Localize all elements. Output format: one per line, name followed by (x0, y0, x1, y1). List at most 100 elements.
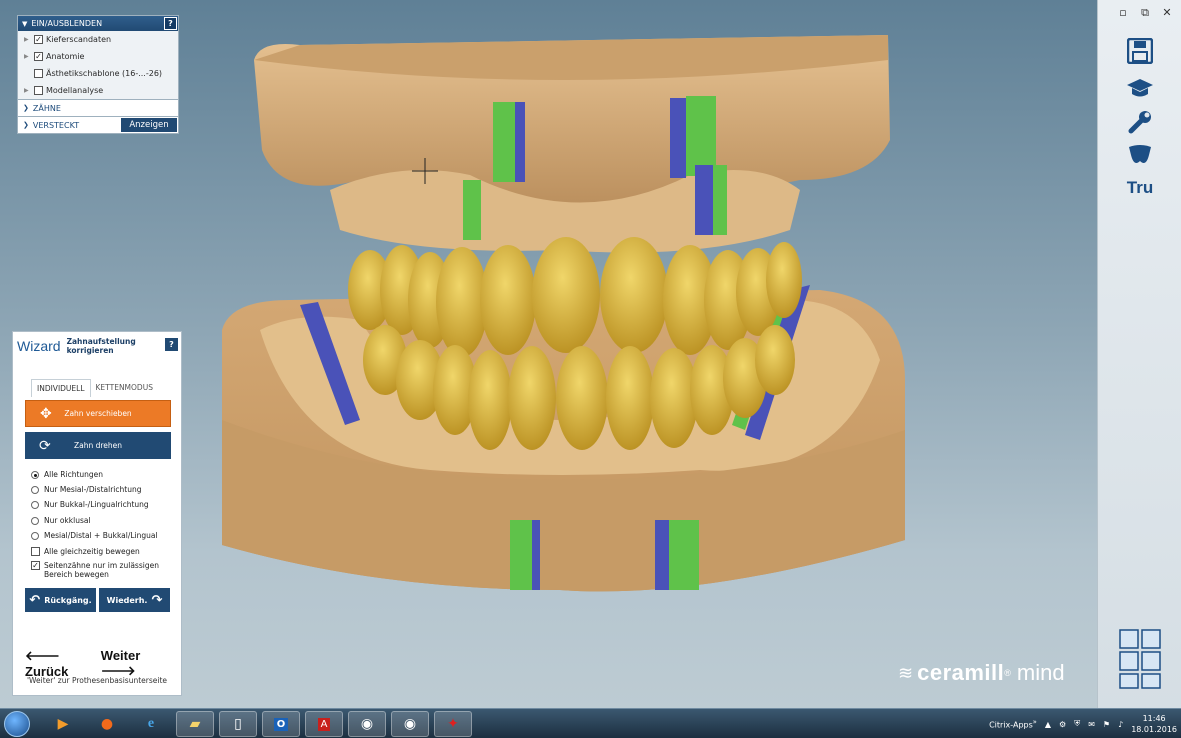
tree-item-anatomy[interactable]: ▶ ✓ Anatomie (18, 48, 178, 65)
rotate-tooth-icon: ⟳ (39, 437, 51, 454)
radio-all-directions[interactable]: Alle Richtungen (31, 470, 103, 479)
file-explorer-icon[interactable]: ▰ (176, 711, 214, 737)
section-teeth[interactable]: ❯ ZÄHNE (18, 99, 178, 116)
tru-label: Tru (1126, 178, 1154, 197)
wizard-hint: 'Weiter' zur Prothesenbasisunterseite (26, 676, 168, 685)
chevron-icon: » (1032, 718, 1037, 727)
tab-individual[interactable]: INDIVIDUELL (31, 379, 91, 397)
tru-button[interactable]: Tru (1124, 174, 1156, 202)
media-player-icon[interactable]: ▶ (44, 711, 82, 737)
radio-occlusal[interactable]: Nur okklusal (31, 516, 91, 525)
section-label: ZÄHNE (32, 103, 61, 113)
document-icon[interactable]: ▯ (219, 711, 257, 737)
tooth-library-button[interactable] (1124, 142, 1156, 170)
rotate-tooth-button[interactable]: ⟳ Zahn drehen (25, 432, 171, 459)
redo-button[interactable]: Wiederh. ↷ (99, 588, 170, 612)
windows-taskbar: ▶ ● e ▰ ▯ O A ◉ ◉ ✦ Citrix-Apps» ▲ ⚙ ⛨ ✉… (0, 708, 1181, 738)
citrix-label: Citrix-Apps (989, 720, 1033, 730)
clock[interactable]: 11:46 18.01.2016 (1131, 713, 1177, 735)
tree-item-label: Kieferscandaten (46, 35, 112, 44)
chevron-down-icon: ▼ (22, 19, 28, 28)
radio-button[interactable] (31, 517, 39, 525)
internet-explorer-icon[interactable]: e (132, 711, 170, 737)
wizard-subtitle: Zahnaufstellung korrigieren (66, 337, 136, 355)
option-label: Seitenzähne nur im zulässigen Bereich be… (44, 561, 159, 579)
radio-button[interactable] (31, 532, 39, 540)
save-button[interactable] (1124, 37, 1156, 65)
upper-jaw-model (254, 35, 890, 253)
checkbox[interactable]: ✓ (31, 561, 40, 570)
tray-outlook-icon: ✉ (1088, 719, 1095, 729)
clock-date: 18.01.2016 (1131, 725, 1177, 734)
radio-mesial-distal[interactable]: Nur Mesial-/Distalrichtung (31, 485, 141, 494)
radio-mesial-distal-buccal-lingual[interactable]: Mesial/Distal + Bukkal/Lingual (31, 531, 158, 540)
checkbox-anatomy[interactable]: ✓ (34, 52, 43, 61)
button-label: Weiter (100, 648, 141, 663)
expand-triangle-icon[interactable]: ▶ (24, 87, 34, 94)
checkbox[interactable] (31, 547, 40, 556)
show-hide-panel: ▼ EIN/AUSBLENDEN ? ▶ ✓ Kieferscandaten ▶… (17, 15, 179, 134)
volume-icon[interactable]: ♪ (1118, 720, 1123, 729)
system-tray: Citrix-Apps» ▲ ⚙ ⛨ ✉ ⚑ ♪ 11:46 18.01.201… (989, 713, 1177, 735)
back-button[interactable]: 🡐 Zurück (25, 648, 101, 679)
radio-buccal-lingual[interactable]: Nur Bukkal-/Lingualrichtung (31, 500, 149, 509)
citrix-apps-label[interactable]: Citrix-Apps» (989, 718, 1037, 730)
button-label: Rückgäng. (44, 595, 92, 605)
window-controls: ▫ ⧉ ✕ (1115, 6, 1175, 20)
restore-button[interactable]: ⧉ (1137, 6, 1153, 20)
app-icon[interactable]: ◉ (348, 711, 386, 737)
expand-triangle-icon[interactable]: ▶ (24, 53, 34, 60)
minimize-button[interactable]: ▫ (1115, 6, 1131, 20)
tree-item-label: Anatomie (46, 52, 85, 61)
chevron-right-icon: ❯ (23, 104, 29, 112)
redo-icon: ↷ (151, 592, 163, 608)
move-tooth-button[interactable]: ✥ Zahn verschieben (25, 400, 171, 427)
view-cube-icon[interactable] (1116, 624, 1164, 690)
next-button[interactable]: Weiter 🡒 (101, 648, 173, 679)
arrow-left-icon: 🡐 (25, 648, 60, 663)
checkbox-model-analysis[interactable] (34, 86, 43, 95)
show-button[interactable]: Anzeigen (121, 118, 177, 132)
tree-item-aesthetic-template[interactable]: Ästhetikschablone (16-...-26) (18, 65, 178, 82)
settings-button[interactable] (1124, 108, 1156, 136)
help-button[interactable]: ? (165, 338, 178, 351)
clock-time: 11:46 (1142, 714, 1166, 723)
radio-button[interactable] (31, 486, 39, 494)
expand-triangle-icon[interactable]: ▶ (24, 36, 34, 43)
option-label: Nur okklusal (44, 516, 91, 525)
tray-expand-icon[interactable]: ▲ (1045, 720, 1051, 729)
acrobat-icon[interactable]: A (305, 711, 343, 737)
ceramill-app-icon[interactable]: ✦ (434, 711, 472, 737)
option-label: Alle gleichzeitig bewegen (44, 547, 140, 556)
wizard-header: Wizard Zahnaufstellung korrigieren ? (13, 332, 181, 360)
tray-network-icon: ⚙ (1059, 719, 1067, 729)
option-label: Nur Bukkal-/Lingualrichtung (44, 500, 149, 509)
option-label: Alle Richtungen (44, 470, 104, 479)
checkbox-jaw-scan[interactable]: ✓ (34, 35, 43, 44)
tree-item-model-analysis[interactable]: ▶ Modellanalyse (18, 82, 178, 99)
learning-button[interactable] (1124, 74, 1156, 102)
close-button[interactable]: ✕ (1159, 6, 1175, 20)
option-label: Nur Mesial-/Distalrichtung (44, 485, 142, 494)
radio-button[interactable] (31, 471, 39, 479)
checkbox-aesthetic-template[interactable] (34, 69, 43, 78)
show-hide-header[interactable]: ▼ EIN/AUSBLENDEN ? (18, 16, 178, 31)
checkbox-side-teeth-limit[interactable]: ✓ Seitenzähne nur im zulässigen Bereich b… (31, 561, 171, 579)
radio-button[interactable] (31, 501, 39, 509)
section-hidden[interactable]: ❯ VERSTECKT Anzeigen (18, 116, 178, 133)
outlook-icon[interactable]: O (262, 711, 300, 737)
right-toolbar: ▫ ⧉ ✕ Tru (1097, 0, 1181, 708)
firefox-icon[interactable]: ● (88, 711, 126, 737)
undo-button[interactable]: ↶ Rückgäng. (25, 588, 96, 612)
tab-chain-mode[interactable]: KETTENMODUS (90, 379, 158, 397)
button-label: Zahn verschieben (64, 409, 132, 418)
wizard-title: Wizard (17, 338, 61, 354)
checkbox-move-all[interactable]: Alle gleichzeitig bewegen (31, 547, 140, 556)
app-icon[interactable]: ◉ (391, 711, 429, 737)
wizard-panel: Wizard Zahnaufstellung korrigieren ? IND… (12, 331, 182, 696)
graduation-cap-icon (1127, 79, 1153, 97)
help-button[interactable]: ? (164, 17, 177, 30)
tree-item-jaw-scan[interactable]: ▶ ✓ Kieferscandaten (18, 31, 178, 48)
start-button[interactable] (4, 711, 30, 737)
tray-flag-icon: ⚑ (1102, 719, 1111, 729)
